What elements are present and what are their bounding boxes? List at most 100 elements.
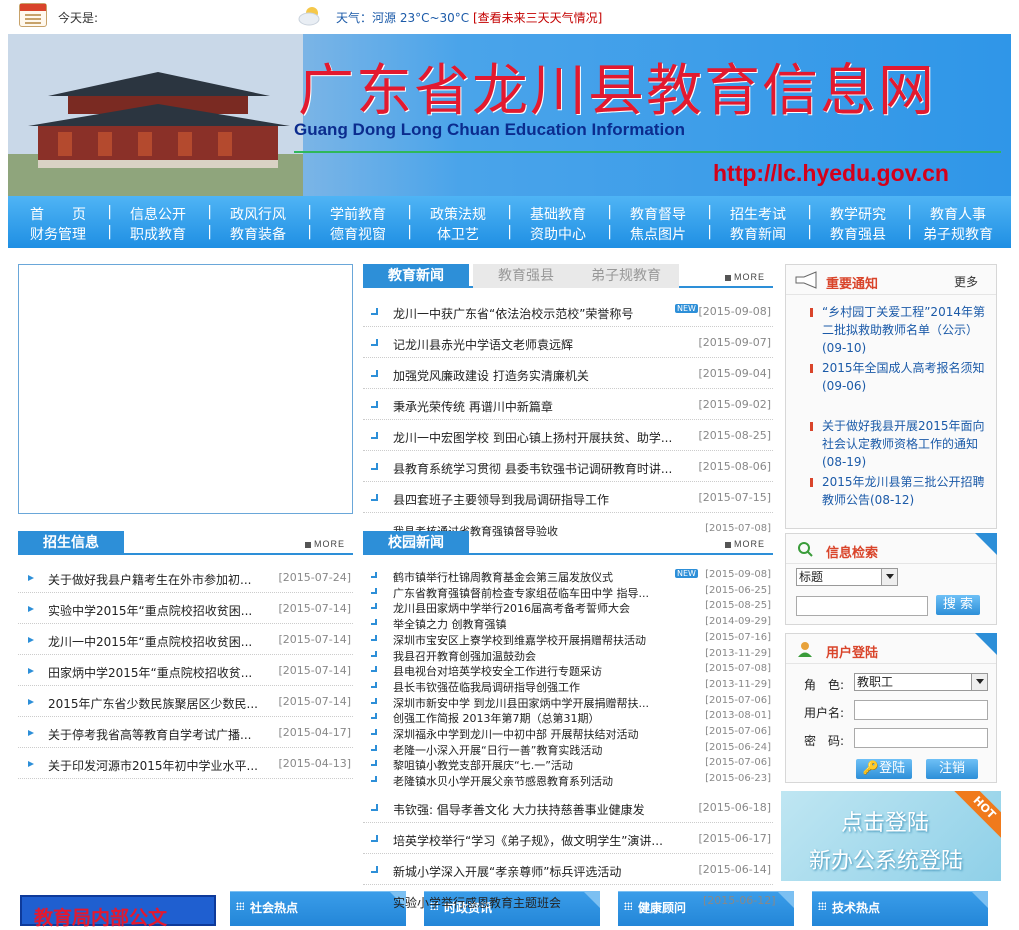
- list-item-title[interactable]: 深圳市宝安区上寮学校到维嘉学校开展捐赠帮扶活动: [393, 632, 646, 648]
- nav-item[interactable]: 职成教育: [108, 224, 212, 244]
- list-item-title[interactable]: 我县召开教育创强加温鼓劲会: [393, 648, 536, 664]
- list-item[interactable]: 县四套班子主要领导到我局调研指导工作 [2015-07-15]: [363, 482, 773, 513]
- list-item[interactable]: 老隆镇水贝小学开展父亲节感恩教育系列活动 [2015-06-23]: [363, 773, 773, 788]
- list-item[interactable]: 广东省教育强镇督前检查专家组莅临车田中学 指导... [2015-06-25]: [363, 585, 773, 601]
- nav-item[interactable]: 资助中心: [508, 224, 612, 244]
- nav-item[interactable]: 首 页: [8, 204, 112, 224]
- list-item-title[interactable]: 广东省教育强镇督前检查专家组莅临车田中学 指导...: [393, 585, 649, 601]
- list-item[interactable]: 记龙川县赤光中学语文老师袁远辉 [2015-09-07]: [363, 327, 773, 358]
- nav-item[interactable]: 教育装备: [208, 224, 312, 244]
- list-item[interactable]: 龙川一中2015年“重点院校招收贫困... [2015-07-14]: [18, 624, 353, 655]
- list-item[interactable]: 创强工作简报 2013年第7期（总第31期） [2013-08-01]: [363, 710, 773, 726]
- list-item[interactable]: 龙川县田家炳中学举行2016届高考备考誓师大会 [2015-08-25]: [363, 600, 773, 616]
- list-item[interactable]: 秉承光荣传统 再谱川中新篇章 [2015-09-02]: [363, 389, 773, 420]
- list-item[interactable]: 县教育系统学习贯彻 县委韦钦强书记调研教育时讲... [2015-08-06]: [363, 451, 773, 482]
- news-more-link[interactable]: MORE: [725, 272, 765, 282]
- tab-tech-hotspot[interactable]: 技术热点: [812, 891, 988, 926]
- nav-item[interactable]: 政策法规: [408, 204, 512, 224]
- nav-item[interactable]: 教学研究: [808, 204, 912, 224]
- list-item[interactable]: 实验中学2015年“重点院校招收贫困... [2015-07-14]: [18, 593, 353, 624]
- nav-item[interactable]: 招生考试: [708, 204, 812, 224]
- login-button[interactable]: 🔑登陆: [856, 759, 912, 779]
- list-item-title[interactable]: 龙川县田家炳中学举行2016届高考备考誓师大会: [393, 600, 630, 616]
- list-item[interactable]: 黎咀镇小教党支部开展庆“七.一”活动 [2015-07-06]: [363, 757, 773, 773]
- list-item-title[interactable]: 老隆镇水贝小学开展父亲节感恩教育系列活动: [393, 773, 613, 788]
- list-item[interactable]: 老隆一小深入开展“日行一善”教育实践活动 [2015-06-24]: [363, 742, 773, 757]
- list-item-title[interactable]: 举全镇之力 创教育强镇: [393, 616, 507, 632]
- list-item-title[interactable]: 韦钦强: 倡导孝善文化 大力扶持慈善事业健康发: [393, 801, 645, 818]
- list-item-title[interactable]: 关于印发河源市2015年初中学业水平...: [48, 757, 258, 774]
- list-item-title[interactable]: 深圳福永中学到龙川一中初中部 开展帮扶结对活动: [393, 726, 639, 742]
- weather-forecast-link[interactable]: [查看未来三天天气情况]: [473, 9, 602, 26]
- list-item-title[interactable]: 县长韦钦强莅临我局调研指导创强工作: [393, 679, 580, 695]
- nav-item[interactable]: 政风行风: [208, 204, 312, 224]
- nav-item[interactable]: 基础教育: [508, 204, 612, 224]
- list-item-title[interactable]: 深圳市新安中学 到龙川县田家炳中学开展捐赠帮扶...: [393, 695, 649, 711]
- new-office-login-banner[interactable]: 点击登陆 新办公系统登陆 HOT: [781, 791, 1001, 881]
- nav-item[interactable]: 学前教育: [308, 204, 412, 224]
- list-item-title[interactable]: 记龙川县赤光中学语文老师袁远辉: [393, 336, 573, 353]
- list-item[interactable]: 深圳市宝安区上寮学校到维嘉学校开展捐赠帮扶活动 [2015-07-16]: [363, 632, 773, 648]
- list-item[interactable]: 关于做好我县户籍考生在外市参加初... [2015-07-24]: [18, 562, 353, 593]
- list-item-title[interactable]: 创强工作简报 2013年第7期（总第31期）: [393, 710, 600, 726]
- list-item[interactable]: 培英学校举行“学习《弟子规》，做文明学生”演讲... [2015-06-17]: [363, 823, 773, 854]
- list-item-title[interactable]: 鹤市镇举行杜锦周教育基金会第三届发放仪式: [393, 569, 613, 585]
- list-item-title[interactable]: 龙川一中获广东省“依法治校示范校”荣誉称号: [393, 305, 633, 322]
- list-item-title[interactable]: 龙川一中2015年“重点院校招收贫困...: [48, 633, 252, 650]
- list-item-title[interactable]: 秉承光荣传统 再谱川中新篇章: [393, 398, 553, 415]
- list-item-title[interactable]: 龙川一中宏图学校 到田心镇上扬村开展扶贫、助学...: [393, 429, 672, 446]
- nav-item[interactable]: 体卫艺: [408, 224, 512, 244]
- tab-disciple-rules[interactable]: 弟子规教育: [573, 264, 679, 288]
- notice-item[interactable]: “乡村园丁关爱工程”2014年第二批拟救助教师名单（公示）(09-10): [806, 303, 986, 357]
- list-item-title[interactable]: 加强党风廉政建设 打造务实清廉机关: [393, 367, 589, 384]
- list-item[interactable]: 深圳市新安中学 到龙川县田家炳中学开展捐赠帮扶... [2015-07-06]: [363, 695, 773, 711]
- enroll-more-link[interactable]: MORE: [305, 539, 345, 549]
- tab-campus-news[interactable]: 校园新闻: [363, 531, 469, 555]
- search-button[interactable]: 搜 索: [936, 595, 980, 615]
- list-item[interactable]: 新城小学深入开展“孝亲尊师”标兵评选活动 [2015-06-14]: [363, 854, 773, 885]
- campus-more-link[interactable]: MORE: [725, 539, 765, 549]
- role-select[interactable]: 教职工: [854, 673, 988, 691]
- list-item-title[interactable]: 黎咀镇小教党支部开展庆“七.一”活动: [393, 757, 573, 773]
- nav-item[interactable]: 弟子规教育: [908, 224, 1008, 244]
- list-item-title[interactable]: 县教育系统学习贯彻 县委韦钦强书记调研教育时讲...: [393, 460, 672, 477]
- nav-item[interactable]: 信息公开: [108, 204, 212, 224]
- list-item[interactable]: 龙川一中获广东省“依法治校示范校”荣誉称号 NEW [2015-09-08]: [363, 296, 773, 327]
- list-item-title[interactable]: 培英学校举行“学习《弟子规》，做文明学生”演讲...: [393, 832, 663, 849]
- notice-item[interactable]: 2015年龙川县第三批公开招聘教师公告(08-12): [806, 473, 986, 509]
- list-item-title[interactable]: 田家炳中学2015年“重点院校招收贫...: [48, 664, 252, 681]
- list-item-title[interactable]: 关于做好我县户籍考生在外市参加初...: [48, 571, 251, 588]
- overlapping-news-title[interactable]: 实验小学举行感恩教育主题班会: [393, 894, 561, 911]
- list-item-title[interactable]: 2015年广东省少数民族聚居区少数民...: [48, 695, 258, 712]
- tab-education-news[interactable]: 教育新闻: [363, 264, 469, 288]
- list-item[interactable]: 举全镇之力 创教育强镇 [2014-09-29]: [363, 616, 773, 632]
- nav-item[interactable]: 教育强县: [808, 224, 912, 244]
- nav-item[interactable]: 教育新闻: [708, 224, 812, 244]
- list-item[interactable]: 韦钦强: 倡导孝善文化 大力扶持慈善事业健康发 [2015-06-18]: [363, 792, 773, 823]
- list-item[interactable]: 田家炳中学2015年“重点院校招收贫... [2015-07-14]: [18, 655, 353, 686]
- list-item-title[interactable]: 县四套班子主要领导到我局调研指导工作: [393, 491, 609, 508]
- list-item[interactable]: 县长韦钦强莅临我局调研指导创强工作 [2013-11-29]: [363, 679, 773, 695]
- list-item[interactable]: 加强党风廉政建设 打造务实清廉机关 [2015-09-04]: [363, 358, 773, 389]
- list-item[interactable]: 2015年广东省少数民族聚居区少数民... [2015-07-14]: [18, 686, 353, 717]
- nav-item[interactable]: 教育人事: [908, 204, 1008, 224]
- list-item-title[interactable]: 县电视台对培英学校安全工作进行专题采访: [393, 663, 602, 679]
- list-item[interactable]: 鹤市镇举行杜锦周教育基金会第三届发放仪式 NEW [2015-09-08]: [363, 569, 773, 585]
- notice-more-link[interactable]: 更多: [954, 273, 978, 290]
- internal-documents-banner[interactable]: 教育局内部公文: [20, 895, 216, 929]
- nav-item[interactable]: 焦点图片: [608, 224, 712, 244]
- list-item[interactable]: 我县召开教育创强加温鼓劲会 [2013-11-29]: [363, 648, 773, 664]
- search-field-select[interactable]: 标题: [796, 568, 898, 586]
- notice-item[interactable]: 关于做好我县开展2015年面向社会认定教师资格工作的通知(08-19): [806, 417, 986, 471]
- logout-button[interactable]: 注销: [926, 759, 978, 779]
- password-input[interactable]: [854, 728, 988, 748]
- list-item[interactable]: 深圳福永中学到龙川一中初中部 开展帮扶结对活动 [2015-07-06]: [363, 726, 773, 742]
- nav-item[interactable]: 德育视窗: [308, 224, 412, 244]
- nav-item[interactable]: 教育督导: [608, 204, 712, 224]
- list-item[interactable]: 县电视台对培英学校安全工作进行专题采访 [2015-07-08]: [363, 663, 773, 679]
- list-item-title[interactable]: 实验中学2015年“重点院校招收贫困...: [48, 602, 252, 619]
- nav-item[interactable]: 财务管理: [8, 224, 112, 244]
- search-input[interactable]: [796, 596, 928, 616]
- notice-item[interactable]: 2015年全国成人高考报名须知(09-06): [806, 359, 986, 395]
- tab-education-county[interactable]: 教育强县: [473, 264, 579, 288]
